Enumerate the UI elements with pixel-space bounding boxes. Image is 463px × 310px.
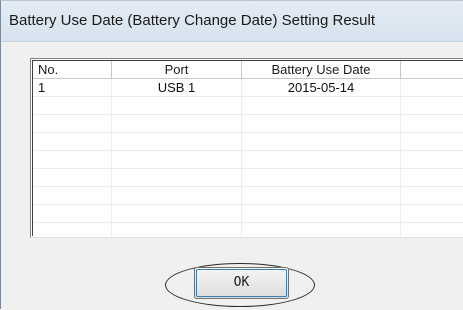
- column-header-filler: [401, 61, 463, 79]
- empty-row: [33, 187, 463, 205]
- cell-filler: [401, 79, 463, 97]
- empty-row: [33, 205, 463, 223]
- empty-row: [33, 115, 463, 133]
- result-dialog: Battery Use Date (Battery Change Date) S…: [0, 0, 463, 310]
- table-row[interactable]: 1 USB 1 2015-05-14: [33, 79, 463, 97]
- empty-row: [33, 133, 463, 151]
- result-table[interactable]: No. Port Battery Use Date 1 USB 1 2015-0…: [30, 58, 463, 238]
- column-header-port[interactable]: Port: [112, 61, 242, 79]
- title-bar[interactable]: Battery Use Date (Battery Change Date) S…: [1, 1, 463, 42]
- empty-row: [33, 169, 463, 187]
- cell-no: 1: [33, 79, 112, 97]
- dialog-body: No. Port Battery Use Date 1 USB 1 2015-0…: [1, 42, 463, 310]
- column-header-no[interactable]: No.: [33, 61, 112, 79]
- empty-row: [33, 151, 463, 169]
- cell-port: USB 1: [112, 79, 242, 97]
- column-header-battery-use-date[interactable]: Battery Use Date: [242, 61, 401, 79]
- empty-row: [33, 223, 463, 237]
- cell-battery-use-date: 2015-05-14: [242, 79, 401, 97]
- empty-row: [33, 97, 463, 115]
- window-title: Battery Use Date (Battery Change Date) S…: [9, 12, 376, 29]
- ok-button[interactable]: OK: [194, 267, 289, 299]
- table-header: No. Port Battery Use Date: [33, 61, 463, 80]
